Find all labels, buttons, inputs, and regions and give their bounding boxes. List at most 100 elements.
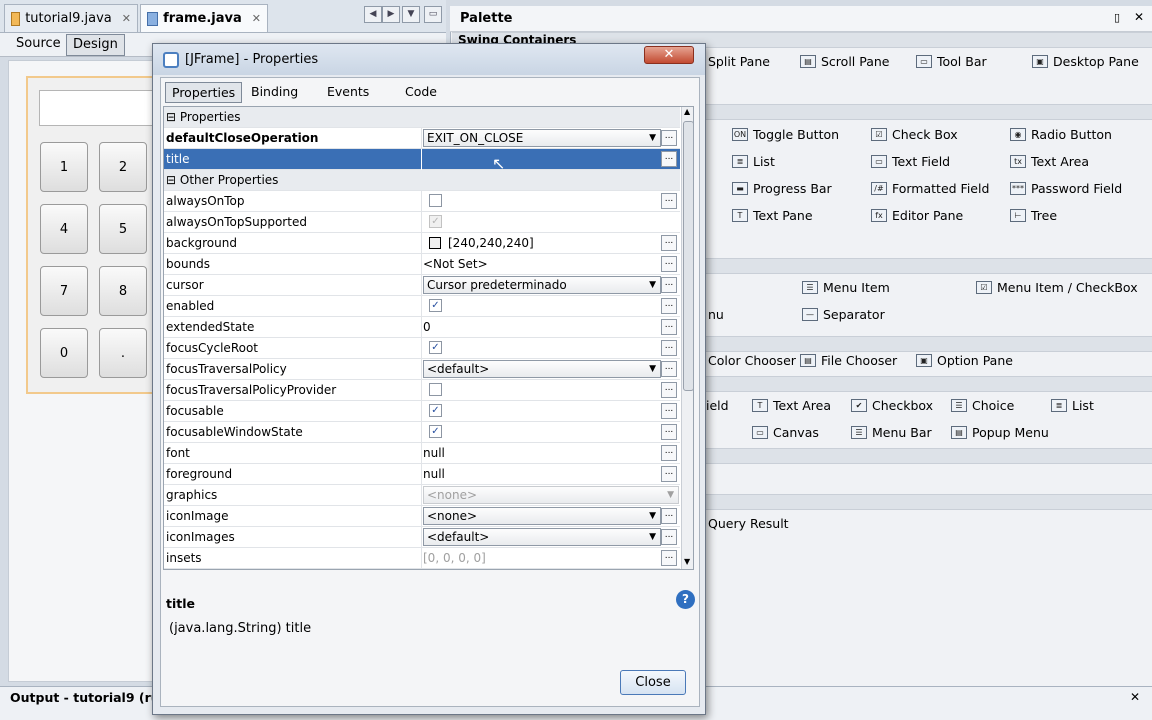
ellipsis-button[interactable]: ... bbox=[661, 151, 677, 167]
property-row[interactable]: foreground null... bbox=[164, 464, 680, 485]
close-icon[interactable]: ✕ bbox=[122, 12, 131, 25]
property-row[interactable]: background [240,240,240]... bbox=[164, 233, 680, 254]
close-icon[interactable]: ✕ bbox=[644, 46, 694, 64]
property-row[interactable]: bounds <Not Set>... bbox=[164, 254, 680, 275]
close-icon[interactable]: ✕ bbox=[1134, 10, 1144, 24]
calc-button[interactable]: 5 bbox=[99, 204, 147, 254]
checkbox-checked[interactable]: ✓ bbox=[429, 299, 442, 312]
palette-item[interactable]: ≣ List bbox=[1051, 398, 1094, 413]
palette-item[interactable]: ▭ Text Field bbox=[871, 154, 950, 169]
close-icon[interactable]: ✕ bbox=[252, 12, 261, 25]
palette-item[interactable]: ▬ Progress Bar bbox=[732, 181, 832, 196]
ellipsis-button[interactable]: ... bbox=[661, 529, 677, 545]
maximize-icon[interactable]: ▭ bbox=[424, 6, 442, 23]
source-button[interactable]: Source bbox=[10, 34, 67, 56]
tab-frame[interactable]: frame.java ✕ bbox=[140, 4, 268, 32]
palette-item[interactable]: ✔ Checkbox bbox=[851, 398, 933, 413]
ellipsis-button[interactable]: ... bbox=[661, 277, 677, 293]
checkbox[interactable] bbox=[429, 383, 442, 396]
calc-button[interactable]: 8 bbox=[99, 266, 147, 316]
palette-item[interactable]: tx Text Area bbox=[1010, 154, 1089, 169]
calc-button[interactable]: 4 bbox=[40, 204, 88, 254]
palette-item[interactable]: ☑ Check Box bbox=[871, 127, 958, 142]
property-row[interactable]: alwaysOnTopSupported ✓ bbox=[164, 212, 680, 233]
tab-properties[interactable]: Properties bbox=[165, 82, 243, 103]
dialog-title-bar[interactable]: [JFrame] - Properties bbox=[153, 44, 705, 75]
collapse-icon[interactable]: ⊟ bbox=[166, 173, 176, 187]
palette-item[interactable]: T Text Area bbox=[752, 398, 831, 413]
scroll-right-icon[interactable]: ▶ bbox=[382, 6, 400, 23]
ellipsis-button[interactable]: ... bbox=[661, 403, 677, 419]
tab-binding[interactable]: Binding bbox=[245, 82, 304, 103]
ellipsis-button[interactable]: ... bbox=[661, 382, 677, 398]
palette-item[interactable]: fx Editor Pane bbox=[871, 208, 963, 223]
palette-item[interactable]: nu bbox=[708, 307, 724, 322]
ellipsis-button[interactable]: ... bbox=[661, 193, 677, 209]
collapse-icon[interactable]: ⊟ bbox=[166, 110, 176, 124]
calc-button[interactable]: 2 bbox=[99, 142, 147, 192]
scroll-down-icon[interactable]: ▼ bbox=[684, 557, 690, 566]
ellipsis-button[interactable]: ... bbox=[661, 319, 677, 335]
tab-tutorial9[interactable]: tutorial9.java ✕ bbox=[4, 4, 138, 32]
palette-item[interactable]: ☰ Menu Bar bbox=[851, 425, 932, 440]
checkbox-checked[interactable]: ✓ bbox=[429, 404, 442, 417]
property-row[interactable]: font null... bbox=[164, 443, 680, 464]
property-combo[interactable]: Cursor predeterminado ▼ bbox=[423, 276, 661, 294]
checkbox[interactable] bbox=[429, 194, 442, 207]
ellipsis-button[interactable]: ... bbox=[661, 256, 677, 272]
property-row[interactable]: alwaysOnTop... bbox=[164, 191, 680, 212]
palette-item[interactable]: ON Toggle Button bbox=[732, 127, 839, 142]
design-button[interactable]: Design bbox=[66, 34, 125, 56]
property-row[interactable]: defaultCloseOperation EXIT_ON_CLOSE ▼... bbox=[164, 128, 680, 149]
ellipsis-button[interactable]: ... bbox=[661, 508, 677, 524]
checkbox-checked[interactable]: ✓ bbox=[429, 425, 442, 438]
palette-item[interactable]: ▤ Scroll Pane bbox=[800, 54, 890, 69]
palette-item[interactable]: ☰ Choice bbox=[951, 398, 1014, 413]
property-row[interactable]: graphics <none> ▼ bbox=[164, 485, 680, 506]
ellipsis-button[interactable]: ... bbox=[661, 340, 677, 356]
palette-item[interactable]: ▣ Option Pane bbox=[916, 353, 1013, 368]
property-combo[interactable]: <none> ▼ bbox=[423, 507, 661, 525]
palette-item[interactable]: ield bbox=[706, 398, 729, 413]
palette-item[interactable]: ▭ Canvas bbox=[752, 425, 819, 440]
palette-item[interactable]: ◉ Radio Button bbox=[1010, 127, 1112, 142]
category-properties[interactable]: ⊟ Properties bbox=[164, 107, 680, 128]
palette-item[interactable]: ≣ List bbox=[732, 154, 775, 169]
property-row[interactable]: cursor Cursor predeterminado ▼... bbox=[164, 275, 680, 296]
property-row[interactable]: focusTraversalPolicyProvider... bbox=[164, 380, 680, 401]
property-row[interactable]: iconImages <default> ▼... bbox=[164, 527, 680, 548]
close-button[interactable]: Close bbox=[620, 670, 686, 695]
palette-item[interactable]: — Separator bbox=[802, 307, 885, 322]
palette-item[interactable]: *** Password Field bbox=[1010, 181, 1122, 196]
ellipsis-button[interactable]: ... bbox=[661, 466, 677, 482]
category-other-properties[interactable]: ⊟ Other Properties bbox=[164, 170, 680, 191]
scrollbar-thumb[interactable] bbox=[683, 121, 693, 391]
checkbox-checked[interactable]: ✓ bbox=[429, 341, 442, 354]
calc-button[interactable]: 0 bbox=[40, 328, 88, 378]
ellipsis-button[interactable]: ... bbox=[661, 424, 677, 440]
palette-item[interactable]: ☑ Menu Item / CheckBox bbox=[976, 280, 1138, 295]
scroll-up-icon[interactable]: ▲ bbox=[684, 107, 690, 116]
close-icon[interactable]: ✕ bbox=[1130, 690, 1140, 704]
calculator-display[interactable] bbox=[39, 90, 164, 126]
property-combo[interactable]: <default> ▼ bbox=[423, 528, 661, 546]
tab-events[interactable]: Events bbox=[321, 82, 375, 103]
ellipsis-button[interactable]: ... bbox=[661, 235, 677, 251]
calc-button[interactable]: . bbox=[99, 328, 147, 378]
tab-code[interactable]: Code bbox=[399, 82, 443, 103]
property-row[interactable]: insets [0, 0, 0, 0]... bbox=[164, 548, 680, 569]
ellipsis-button[interactable]: ... bbox=[661, 445, 677, 461]
property-combo[interactable]: EXIT_ON_CLOSE ▼ bbox=[423, 129, 661, 147]
property-row[interactable]: focusCycleRoot ✓... bbox=[164, 338, 680, 359]
calc-button[interactable]: 1 bbox=[40, 142, 88, 192]
property-row-selected[interactable]: title... ↖ bbox=[164, 149, 680, 173]
scroll-left-icon[interactable]: ◀ bbox=[364, 6, 382, 23]
palette-item[interactable]: ⊢ Tree bbox=[1010, 208, 1057, 223]
palette-item[interactable]: /# Formatted Field bbox=[871, 181, 989, 196]
palette-item[interactable]: ▭ Tool Bar bbox=[916, 54, 987, 69]
property-combo[interactable]: <default> ▼ bbox=[423, 360, 661, 378]
property-row[interactable]: focusTraversalPolicy <default> ▼... bbox=[164, 359, 680, 380]
calc-button[interactable]: 7 bbox=[40, 266, 88, 316]
property-row[interactable]: iconImage <none> ▼... bbox=[164, 506, 680, 527]
property-row[interactable]: focusable ✓... bbox=[164, 401, 680, 422]
